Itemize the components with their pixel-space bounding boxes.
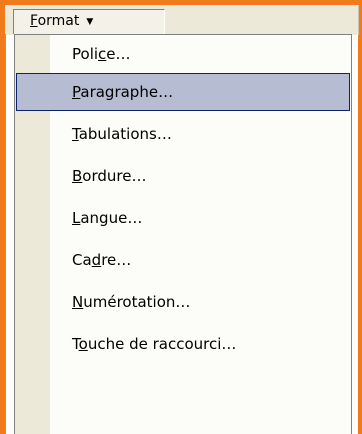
menu-item-label: Poli (72, 45, 99, 63)
format-menu-button[interactable]: Format ▼ (13, 9, 165, 34)
menu-item-label: abulations… (78, 125, 172, 143)
menu-bar-separator (358, 5, 359, 35)
menu-item-mnemonic: N (72, 293, 84, 311)
menu-item-langue[interactable]: Langue… (16, 199, 350, 237)
menu-item-cadre[interactable]: Cadre… (16, 241, 350, 279)
menu-item-numerotation[interactable]: Numérotation… (16, 283, 350, 321)
menu-item-label: re… (101, 251, 132, 269)
menu-item-label: aragraphe… (80, 83, 174, 101)
menu-item-mnemonic: d (91, 251, 102, 269)
menu-item-label: Ca (72, 251, 92, 269)
menu-item-mnemonic: T (72, 125, 79, 143)
menu-item-label: umérotation… (83, 293, 191, 311)
chevron-down-icon: ▼ (86, 17, 94, 27)
format-menu-mnemonic: F (30, 13, 38, 29)
left-edge-line (5, 34, 6, 434)
menu-item-label: angue… (80, 209, 143, 227)
menu-item-label: T (72, 335, 79, 353)
menu-item-touche-de-raccourci[interactable]: Touche de raccourci… (16, 325, 350, 363)
menu-item-tabulations[interactable]: Tabulations… (16, 115, 350, 153)
format-menu-label: ormat (37, 13, 80, 29)
menu-bar: Format ▼ (5, 5, 358, 35)
format-dropdown-menu: Police… Paragraphe… Tabulations… Bordure… (14, 34, 352, 434)
menu-item-label: ordure… (82, 167, 147, 185)
menu-item-mnemonic: B (72, 167, 83, 185)
menu-item-paragraphe[interactable]: Paragraphe… (16, 73, 350, 111)
menu-item-label: uche de raccourci… (87, 335, 237, 353)
menu-item-police[interactable]: Police… (16, 35, 350, 73)
menu-item-mnemonic: o (78, 335, 88, 353)
menu-item-label: e… (106, 45, 131, 63)
menu-item-bordure[interactable]: Bordure… (16, 157, 350, 195)
